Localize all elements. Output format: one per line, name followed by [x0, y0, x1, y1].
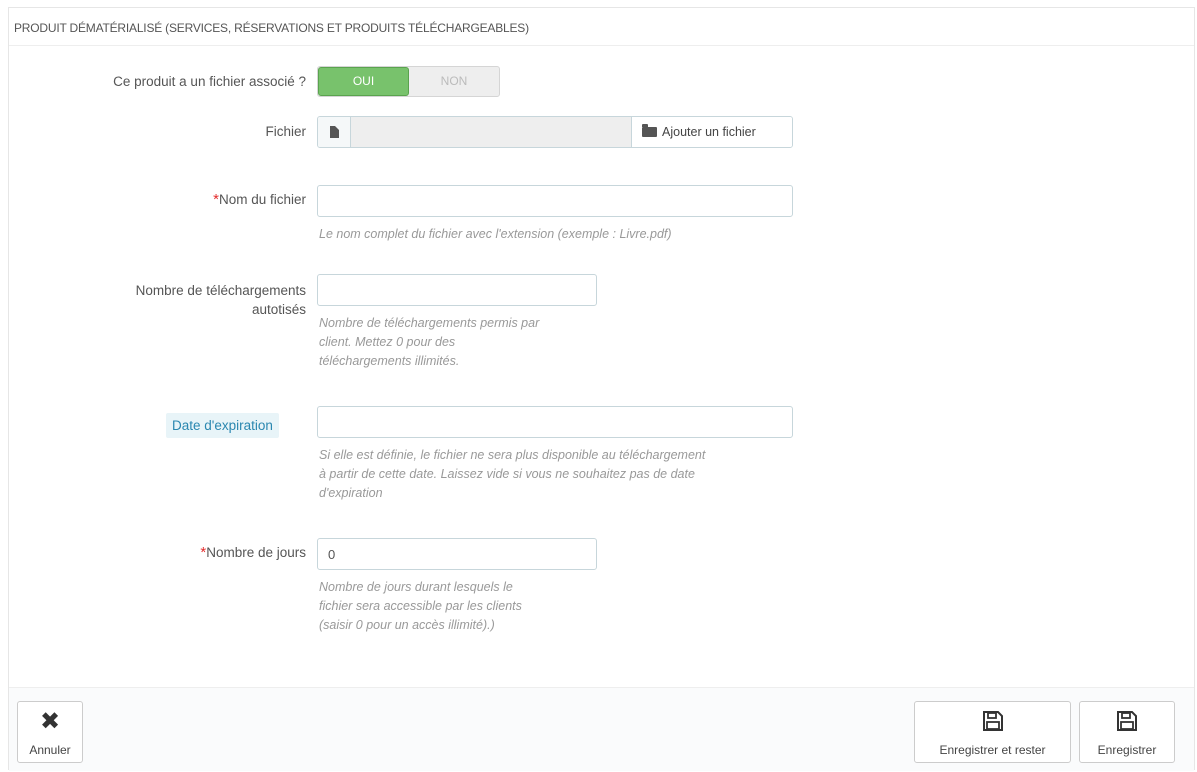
panel-title: PRODUIT DÉMATÉRIALISÉ (SERVICES, RÉSERVA…: [9, 8, 1194, 46]
filename-label-text: Nom du fichier: [218, 192, 306, 207]
downloads-label: Nombre de téléchargements autotisés: [9, 281, 306, 319]
days-help: Nombre de jours durant lesquels le fichi…: [319, 578, 619, 635]
floppy-disk-icon: [1117, 711, 1137, 731]
downloads-help-line3: téléchargements illimités.: [319, 354, 460, 368]
downloads-help: Nombre de téléchargements permis par cli…: [319, 314, 619, 371]
floppy-disk-icon: [982, 711, 1003, 731]
save-and-stay-button-label: Enregistrer et rester: [939, 743, 1046, 757]
expiration-help-line2: à partir de cette date. Laissez vide si …: [319, 467, 695, 481]
has-file-label: Ce produit a un fichier associé ?: [113, 74, 306, 89]
downloads-label-line2: autotisés: [251, 302, 306, 317]
has-file-yes-option[interactable]: OUI: [318, 67, 409, 96]
days-label: *Nombre de jours: [9, 543, 306, 562]
expiration-help: Si elle est définie, le fichier ne sera …: [319, 446, 799, 503]
downloads-help-line2: client. Mettez 0 pour des: [319, 335, 456, 349]
file-label: Fichier: [265, 124, 306, 139]
panel-footer: ✖ Annuler Enregistrer et rester Enregist…: [9, 687, 1194, 771]
downloads-input[interactable]: [317, 274, 597, 306]
save-button[interactable]: Enregistrer: [1079, 701, 1175, 763]
expiration-date-input[interactable]: [317, 406, 793, 438]
filename-help: Le nom complet du fichier avec l'extensi…: [319, 227, 672, 241]
has-file-no-option[interactable]: NON: [409, 67, 499, 96]
downloads-label-line1: Nombre de téléchargements: [135, 283, 306, 298]
downloads-help-line1: Nombre de téléchargements permis par: [319, 316, 540, 330]
file-addon: [318, 117, 351, 147]
save-button-label: Enregistrer: [1097, 743, 1157, 757]
days-help-line1: Nombre de jours durant lesquels le: [319, 580, 513, 594]
filename-input[interactable]: [317, 185, 793, 217]
filename-label: *Nom du fichier: [9, 190, 306, 209]
has-file-switch[interactable]: OUI NON: [317, 66, 500, 97]
folder-open-icon: [642, 124, 657, 137]
virtual-product-panel: PRODUIT DÉMATÉRIALISÉ (SERVICES, RÉSERVA…: [8, 7, 1195, 771]
file-icon: [330, 126, 339, 138]
expiration-date-label[interactable]: Date d'expiration: [166, 413, 279, 438]
days-help-line3: (saisir 0 pour un accès illimité).): [319, 618, 495, 632]
days-label-text: Nombre de jours: [206, 545, 306, 560]
days-input[interactable]: [317, 538, 597, 570]
cancel-button-label: Annuler: [29, 743, 71, 757]
file-input-group[interactable]: Ajouter un fichier: [317, 116, 793, 148]
cancel-button[interactable]: ✖ Annuler: [17, 701, 83, 763]
close-icon: ✖: [40, 708, 61, 735]
days-help-line2: fichier sera accessible par les clients: [319, 599, 522, 613]
save-and-stay-button[interactable]: Enregistrer et rester: [914, 701, 1071, 763]
file-name-display[interactable]: [351, 117, 631, 147]
add-file-button[interactable]: Ajouter un fichier: [631, 117, 792, 147]
add-file-button-label: Ajouter un fichier: [662, 125, 756, 139]
expiration-help-line3: d'expiration: [319, 486, 383, 500]
expiration-help-line1: Si elle est définie, le fichier ne sera …: [319, 448, 706, 462]
